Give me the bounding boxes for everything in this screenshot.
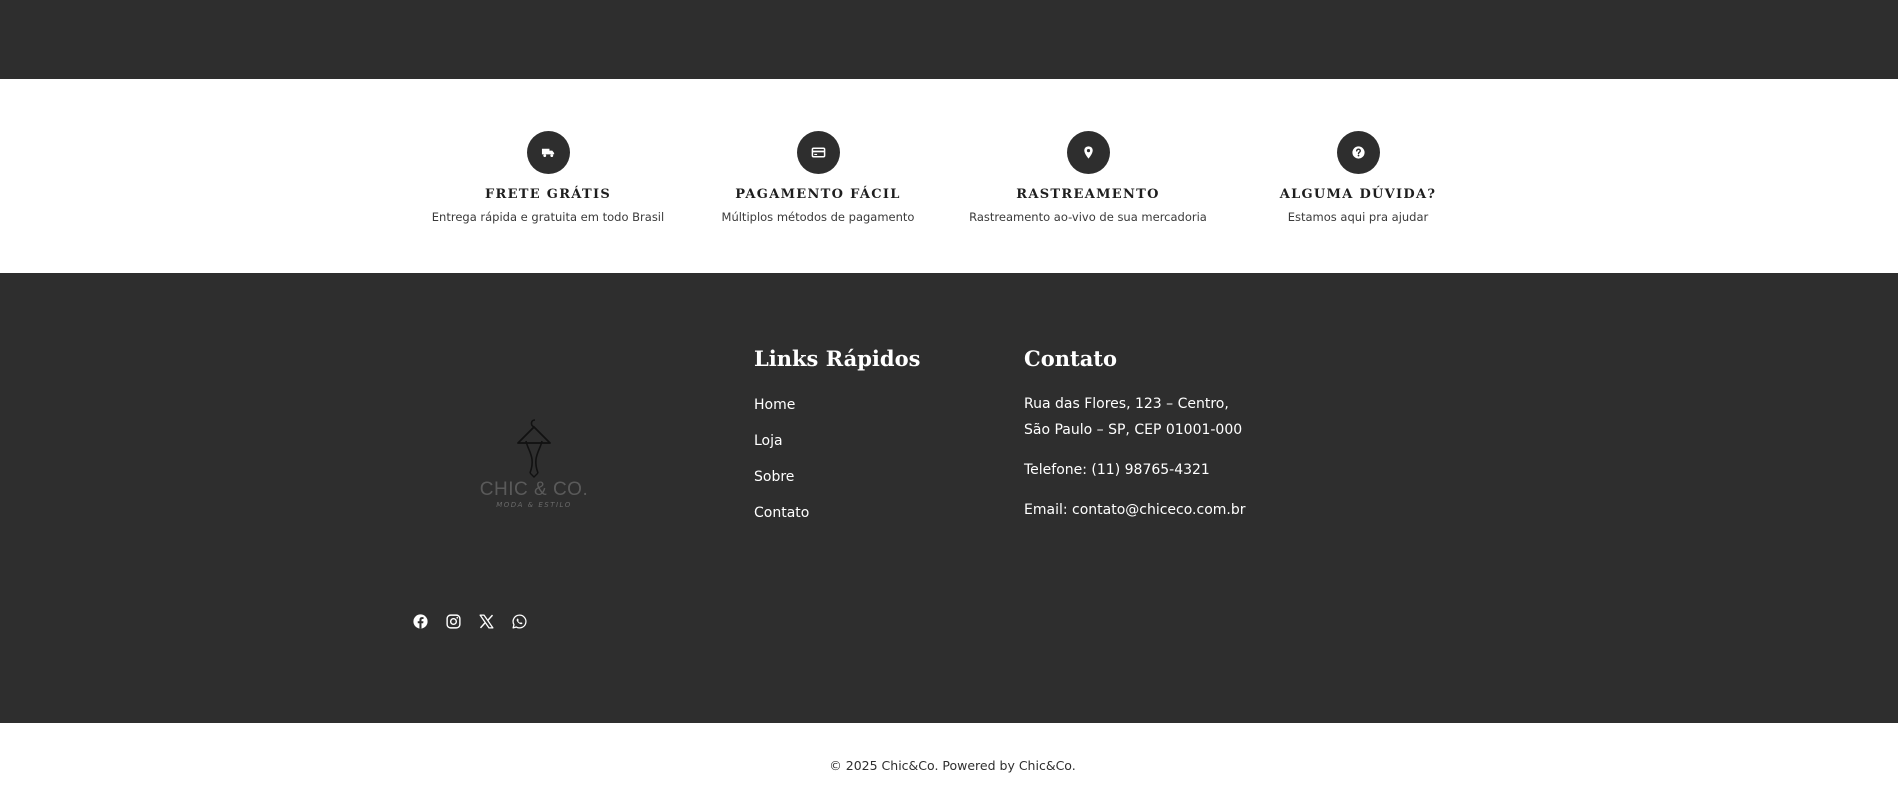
truck-icon	[526, 131, 570, 174]
copyright-text: © 2025 Chic&Co. Powered by Chic&Co.	[829, 758, 1076, 773]
contact-address-line2: São Paulo – SP, CEP 01001-000	[1024, 422, 1243, 438]
social-links	[412, 613, 528, 630]
top-dark-band	[0, 0, 1898, 79]
quick-links-list: Home Loja Sobre Contato	[754, 397, 809, 541]
question-circle-icon	[1336, 131, 1380, 174]
logo-brand-text: CHIC & CO.	[479, 479, 589, 500]
map-pin-icon	[1066, 131, 1110, 174]
features-strip: FRETE GRÁTIS Entrega rápida e gratuita e…	[0, 79, 1898, 273]
feature-description: Entrega rápida e gratuita em todo Brasil	[431, 210, 665, 224]
feature-easy-payment: PAGAMENTO FÁCIL Múltiplos métodos de pag…	[683, 131, 953, 224]
feature-description: Múltiplos métodos de pagamento	[721, 210, 915, 224]
feature-help: ALGUMA DÚVIDA? Estamos aqui pra ajudar	[1223, 131, 1493, 224]
hanger-icon	[517, 419, 551, 478]
logo-tagline: MODA & ESTILO	[496, 501, 572, 509]
facebook-icon[interactable]	[412, 613, 429, 630]
feature-title: ALGUMA DÚVIDA?	[1279, 187, 1437, 202]
feature-tracking: RASTREAMENTO Rastreamento ao-vivo de sua…	[953, 131, 1223, 224]
feature-title: PAGAMENTO FÁCIL	[735, 187, 901, 202]
bottom-bar: © 2025 Chic&Co. Powered by Chic&Co.	[0, 723, 1898, 805]
quick-link-loja[interactable]: Loja	[754, 433, 809, 469]
quick-link-sobre[interactable]: Sobre	[754, 469, 809, 505]
whatsapp-icon[interactable]	[511, 613, 528, 630]
quick-link-home[interactable]: Home	[754, 397, 809, 433]
contact-title: Contato	[1024, 346, 1118, 371]
contact-address-line1: Rua das Flores, 123 – Centro,	[1024, 396, 1229, 412]
contact-phone: Telefone: (11) 98765-4321	[1024, 462, 1210, 478]
feature-free-shipping: FRETE GRÁTIS Entrega rápida e gratuita e…	[413, 131, 683, 224]
brand-logo[interactable]: CHIC & CO. MODA & ESTILO	[476, 417, 592, 517]
x-twitter-icon[interactable]	[478, 613, 495, 630]
instagram-icon[interactable]	[445, 613, 462, 630]
credit-card-icon	[796, 131, 840, 174]
quick-links-title: Links Rápidos	[754, 346, 921, 371]
feature-description: Rastreamento ao-vivo de sua mercadoria	[969, 210, 1207, 224]
contact-email: Email: contato@chiceco.com.br	[1024, 502, 1246, 518]
contact-details: Rua das Flores, 123 – Centro, São Paulo …	[1024, 391, 1246, 523]
site-footer: CHIC & CO. MODA & ESTILO Links Rápidos H…	[0, 273, 1898, 723]
feature-title: FRETE GRÁTIS	[484, 187, 612, 202]
feature-description: Estamos aqui pra ajudar	[1287, 210, 1429, 224]
feature-title: RASTREAMENTO	[1016, 187, 1160, 202]
quick-link-contato[interactable]: Contato	[754, 505, 809, 541]
